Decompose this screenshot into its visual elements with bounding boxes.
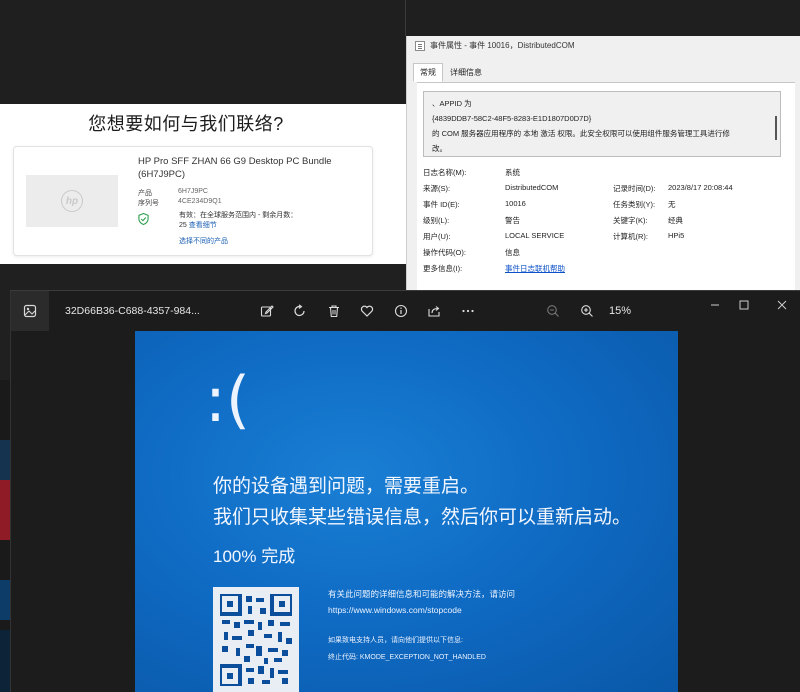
more-info-label: 更多信息(I): (423, 264, 463, 273)
qr-code-icon (213, 587, 299, 692)
warranty-months: 25 (179, 222, 187, 229)
opcode-label: 操作代码(O): (423, 248, 466, 257)
info-icon[interactable] (392, 302, 410, 320)
warranty-text: 有效：在全球服务范围内 - 剩余月数： (179, 212, 298, 219)
log-name-label: 日志名称(M): (423, 168, 467, 177)
serial-value: 4CE234D9Q1 (178, 198, 222, 205)
file-name: 32D66B36-C688-4357-984... (65, 305, 200, 317)
warranty-status: 有效：在全球服务范围内 - 剩余月数： 25 查看细节 (179, 211, 297, 231)
product-card: hp HP Pro SFF ZHAN 66 G9 Desktop PC Bund… (13, 146, 373, 256)
level-value: 警告 (505, 216, 520, 225)
delete-icon[interactable] (325, 302, 343, 320)
edit-icon[interactable] (258, 302, 276, 320)
product-number-row: 产品 6H7J9PC (138, 188, 208, 198)
window-title: 事件属性 - 事件 10016，DistributedCOM (415, 40, 574, 51)
field-row: 用户(U): LOCAL SERVICE 计算机(R): HPi5 (423, 231, 789, 247)
desc-line: 、APPID 为 (432, 99, 472, 108)
minimize-icon[interactable] (707, 297, 723, 313)
rotate-icon[interactable] (291, 302, 309, 320)
level-label: 级别(L): (423, 216, 450, 225)
photos-viewer-window: 32D66B36-C688-4357-984... 15%:(你的设备遇到问… (10, 290, 800, 692)
event-log-online-help-link[interactable]: 事件日志联机帮助 (505, 263, 565, 274)
page-heading: 您想要如何与我们联络? (88, 114, 284, 134)
tab-details[interactable]: 详细信息 (443, 63, 489, 82)
description-scrollbar[interactable] (775, 116, 777, 140)
event-id-value: 10016 (505, 199, 526, 208)
serial-number-row: 序列号 4CE234D9Q1 (138, 198, 222, 208)
favorite-icon[interactable] (358, 302, 376, 320)
bsod-stop-code: 终止代码: KMODE_EXCEPTION_NOT_HANDLED (328, 654, 486, 661)
field-row: 来源(S): DistributedCOM 记录时间(D): 2023/8/17… (423, 183, 789, 199)
task-category-value: 无 (668, 200, 676, 209)
background-window-strip (0, 380, 10, 692)
field-row: 更多信息(I): 事件日志联机帮助 (423, 263, 789, 279)
share-icon[interactable] (425, 302, 443, 320)
logged-label: 记录时间(D): (613, 184, 656, 193)
tab-general[interactable]: 常规 (413, 63, 443, 82)
logged-value: 2023/8/17 20:08:44 (668, 183, 733, 192)
zoom-level: 15% (609, 305, 632, 317)
desktop-background-right (406, 0, 800, 36)
log-name-value: 系统 (505, 168, 520, 177)
more-icon[interactable] (459, 302, 477, 320)
product-title: HP Pro SFF ZHAN 66 G9 Desktop PC Bundle … (138, 156, 332, 180)
maximize-icon[interactable] (736, 297, 752, 313)
source-label: 来源(S): (423, 184, 451, 193)
source-value: DistributedCOM (505, 183, 559, 192)
computer-label: 计算机(R): (613, 232, 648, 241)
hp-support-page: 您想要如何与我们联络? hp HP Pro SFF ZHAN 66 G9 Des… (0, 104, 406, 264)
desc-line: 的 COM 服务器应用程序的 本地 激活 权限。此安全权限可以使用组件服务管理工… (432, 129, 730, 138)
keywords-value: 经典 (668, 216, 683, 225)
computer-value: HPi5 (668, 231, 685, 240)
sad-face-icon: :( (205, 363, 251, 436)
window-divider (405, 0, 406, 36)
field-row: 事件 ID(E): 10016 任务类别(Y): 无 (423, 199, 789, 215)
bsod-message-line2: 我们只收集某些错误信息，然后你可以重新启动。 (213, 507, 632, 528)
product-value: 6H7J9PC (178, 188, 208, 195)
opcode-value: 信息 (505, 248, 520, 257)
hp-logo-icon: hp (61, 190, 83, 212)
task-category-label: 任务类别(Y): (613, 200, 656, 209)
close-icon[interactable] (774, 297, 790, 313)
event-properties-icon (415, 40, 425, 51)
bsod-message-line1: 你的设备遇到问题，需要重启。 (213, 476, 480, 497)
desc-line: 改。 (432, 144, 447, 153)
bsod-info-text: 有关此问题的详细信息和可能的解决方法，请访问 (328, 589, 516, 599)
serial-label: 序列号 (138, 200, 159, 207)
field-row: 操作代码(O): 信息 (423, 247, 789, 263)
tab-bar: 常规 详细信息 (413, 63, 489, 82)
event-properties-window: 事件属性 - 事件 10016，DistributedCOM 常规 详细信息 、… (406, 36, 800, 290)
user-label: 用户(U): (423, 232, 451, 241)
desc-line: {4839DDB7-58C2-48F5-8283-E1D1807D0D7D} (432, 114, 592, 123)
user-value: LOCAL SERVICE (505, 231, 565, 240)
bsod-stopcode-url: https://www.windows.com/stopcode (328, 605, 462, 615)
bsod-progress: 100% 完成 (213, 547, 296, 566)
field-row: 级别(L): 警告 关键字(K): 经典 (423, 215, 789, 231)
zoom-out-icon[interactable] (544, 302, 562, 320)
field-row: 日志名称(M): 系统 (423, 167, 789, 183)
event-id-label: 事件 ID(E): (423, 200, 460, 209)
product-image: hp (26, 175, 118, 227)
general-tab-panel: 、APPID 为 {4839DDB7-58C2-48F5-8283-E1D180… (417, 82, 795, 290)
event-fields: 日志名称(M): 系统 来源(S): DistributedCOM 记录时间(D… (423, 167, 789, 279)
zoom-in-icon[interactable] (578, 302, 596, 320)
view-details-link[interactable]: 查看细节 (189, 222, 217, 229)
desktop-background (0, 0, 406, 104)
photos-app-icon[interactable] (11, 291, 49, 331)
choose-other-product-link[interactable]: 选择不同的产品 (179, 236, 228, 246)
event-description[interactable]: 、APPID 为 {4839DDB7-58C2-48F5-8283-E1D180… (423, 91, 781, 157)
photos-toolbar: 32D66B36-C688-4357-984... 15% (11, 291, 800, 331)
shield-check-icon (138, 213, 149, 225)
keywords-label: 关键字(K): (613, 216, 648, 225)
product-label: 产品 (138, 190, 152, 197)
window-title-text: 事件属性 - 事件 10016，DistributedCOM (430, 41, 575, 50)
displayed-photo-bsod: :( 你的设备遇到问题，需要重启。 我们只收集某些错误信息，然后你可以重新启动。… (135, 331, 678, 692)
bsod-support-text: 如果致电支持人员，请向他们提供以下信息: (328, 637, 463, 644)
